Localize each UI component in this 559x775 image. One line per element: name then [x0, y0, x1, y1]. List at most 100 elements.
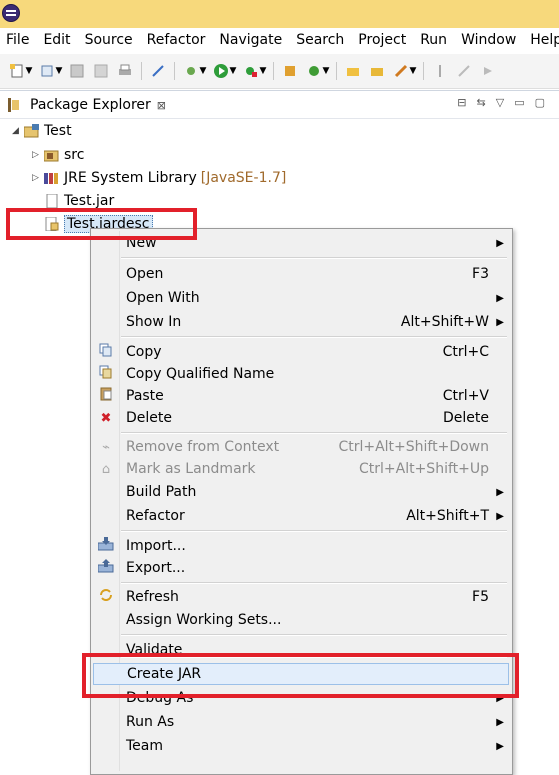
menu-item-build-path[interactable]: Build Path ▶ [91, 481, 512, 503]
package-explorer-icon [6, 97, 22, 113]
menu-item-label: Mark as Landmark [126, 461, 256, 477]
menu-item-label: Open [126, 266, 164, 282]
paste-icon [97, 387, 115, 405]
delete-icon: ✖ [100, 410, 112, 426]
chevron-down-icon[interactable]: ▼ [198, 61, 208, 81]
collapse-all-icon[interactable]: ⊟ [457, 96, 466, 109]
menu-item-remove-from-context[interactable]: ⌁ Remove from Context Ctrl+Alt+Shift+Dow… [91, 436, 512, 458]
chevron-down-icon[interactable]: ▼ [24, 61, 34, 81]
expanded-arrow-icon[interactable]: ◢ [12, 126, 24, 136]
export-icon [97, 559, 115, 577]
menu-item-label: Export... [126, 560, 186, 576]
menu-window[interactable]: Window [455, 28, 524, 52]
menu-item-label: Paste [126, 388, 164, 404]
pin-icon[interactable] [429, 61, 451, 81]
forward-icon[interactable] [477, 61, 499, 81]
menu-item-copy[interactable]: Copy Ctrl+C [91, 341, 512, 363]
save-all-icon[interactable] [90, 61, 112, 81]
view-menu-icon[interactable]: ▽ [496, 96, 504, 109]
maximize-icon[interactable]: ▢ [535, 96, 545, 109]
shortcut-label: Alt+Shift+T [406, 508, 489, 524]
menu-item-refresh[interactable]: Refresh F5 [91, 586, 512, 608]
shortcut-label: F3 [472, 266, 489, 282]
menu-item-team[interactable]: Team ▶ [91, 735, 512, 757]
chevron-down-icon[interactable]: ▼ [321, 61, 331, 81]
menu-refactor[interactable]: Refactor [141, 28, 214, 52]
menu-item-label: Refresh [126, 589, 179, 605]
menu-item-paste[interactable]: Paste Ctrl+V [91, 385, 512, 407]
menu-item-show-in[interactable]: Show In Alt+Shift+W ▶ [91, 311, 512, 333]
open-folder-icon[interactable] [366, 61, 388, 81]
menu-item-import[interactable]: Import... [91, 535, 512, 557]
menu-separator [121, 634, 507, 636]
tree-node-project[interactable]: ◢ Test [12, 120, 72, 142]
tree-node-src[interactable]: ▷ src [32, 144, 84, 166]
menu-help[interactable]: Help [524, 28, 559, 52]
skip-breakpoints-icon[interactable] [147, 61, 169, 81]
print-icon[interactable] [114, 61, 136, 81]
library-icon [44, 170, 60, 186]
chevron-down-icon[interactable]: ▼ [228, 61, 238, 81]
menu-item-run-as[interactable]: Run As ▶ [91, 711, 512, 733]
view-toolbar: ⊟ ⇆ ▽ ▭ ▢ [457, 96, 545, 109]
menu-file[interactable]: File [0, 28, 37, 52]
menu-item-export[interactable]: Export... [91, 557, 512, 579]
shortcut-label: Ctrl+Alt+Shift+Up [358, 461, 489, 477]
toolbar-separator [273, 62, 274, 80]
menu-item-label: Run As [126, 714, 175, 730]
menu-run[interactable]: Run [414, 28, 455, 52]
shortcut-label: Ctrl+V [442, 388, 489, 404]
menu-source[interactable]: Source [79, 28, 141, 52]
chevron-down-icon[interactable]: ▼ [258, 61, 268, 81]
tree-node-jre-library[interactable]: ▷ JRE System Library [JavaSE-1.7] [32, 167, 286, 189]
jar-label: Test.jar [64, 193, 115, 209]
chevron-down-icon[interactable]: ▼ [54, 61, 64, 81]
submenu-arrow-icon: ▶ [496, 486, 504, 498]
menu-item-label: Open With [126, 290, 200, 306]
close-icon[interactable]: ⊠ [157, 99, 166, 112]
shortcut-label: Ctrl+Alt+Shift+Down [338, 439, 489, 455]
menu-search[interactable]: Search [290, 28, 352, 52]
collapsed-arrow-icon[interactable]: ▷ [32, 150, 44, 160]
copy-icon [97, 343, 115, 361]
menu-item-open-with[interactable]: Open With ▶ [91, 287, 512, 309]
menu-item-label: Copy [126, 344, 162, 360]
link-editor-icon[interactable]: ⇆ [477, 96, 486, 109]
eclipse-app-icon[interactable] [2, 4, 20, 22]
menu-item-label: Refactor [126, 508, 185, 524]
menu-edit[interactable]: Edit [37, 28, 78, 52]
menu-item-delete[interactable]: ✖ Delete Delete [91, 407, 512, 429]
menu-separator [121, 336, 507, 338]
collapsed-arrow-icon[interactable]: ▷ [32, 173, 44, 183]
toolbar-separator [423, 62, 424, 80]
menu-item-refactor[interactable]: Refactor Alt+Shift+T ▶ [91, 505, 512, 527]
menu-item-copy-qualified-name[interactable]: Copy Qualified Name [91, 363, 512, 385]
menu-item-label: Show In [126, 314, 182, 330]
menu-item-label: Team [126, 738, 164, 754]
menu-item-assign-working-sets[interactable]: Assign Working Sets... [91, 609, 512, 631]
landmark-icon: ⌂ [101, 461, 111, 477]
menu-separator [121, 257, 507, 259]
edit-icon[interactable] [453, 61, 475, 81]
menu-navigate[interactable]: Navigate [213, 28, 290, 52]
menu-item-label: Copy Qualified Name [126, 366, 275, 382]
source-folder-icon [44, 147, 60, 163]
new-package-icon[interactable] [279, 61, 301, 81]
save-icon[interactable] [66, 61, 88, 81]
shortcut-label: Ctrl+C [442, 344, 489, 360]
chevron-down-icon[interactable]: ▼ [408, 61, 418, 81]
minimize-icon[interactable]: ▭ [514, 96, 524, 109]
menu-project[interactable]: Project [352, 28, 414, 52]
menu-separator [121, 432, 507, 434]
menu-item-mark-as-landmark[interactable]: ⌂ Mark as Landmark Ctrl+Alt+Shift+Up [91, 458, 512, 480]
open-type-icon[interactable] [342, 61, 364, 81]
package-explorer-tab[interactable]: Package Explorer ⊠ [0, 92, 166, 118]
menu-item-open[interactable]: Open F3 [91, 263, 512, 285]
menu-item-label: Assign Working Sets... [126, 612, 282, 628]
menu-separator [121, 582, 507, 584]
import-icon [97, 537, 115, 555]
window-title-bar [0, 0, 559, 28]
shortcut-label: F5 [472, 589, 489, 605]
shortcut-label: Delete [443, 410, 489, 426]
menu-item-label: Remove from Context [126, 439, 280, 455]
